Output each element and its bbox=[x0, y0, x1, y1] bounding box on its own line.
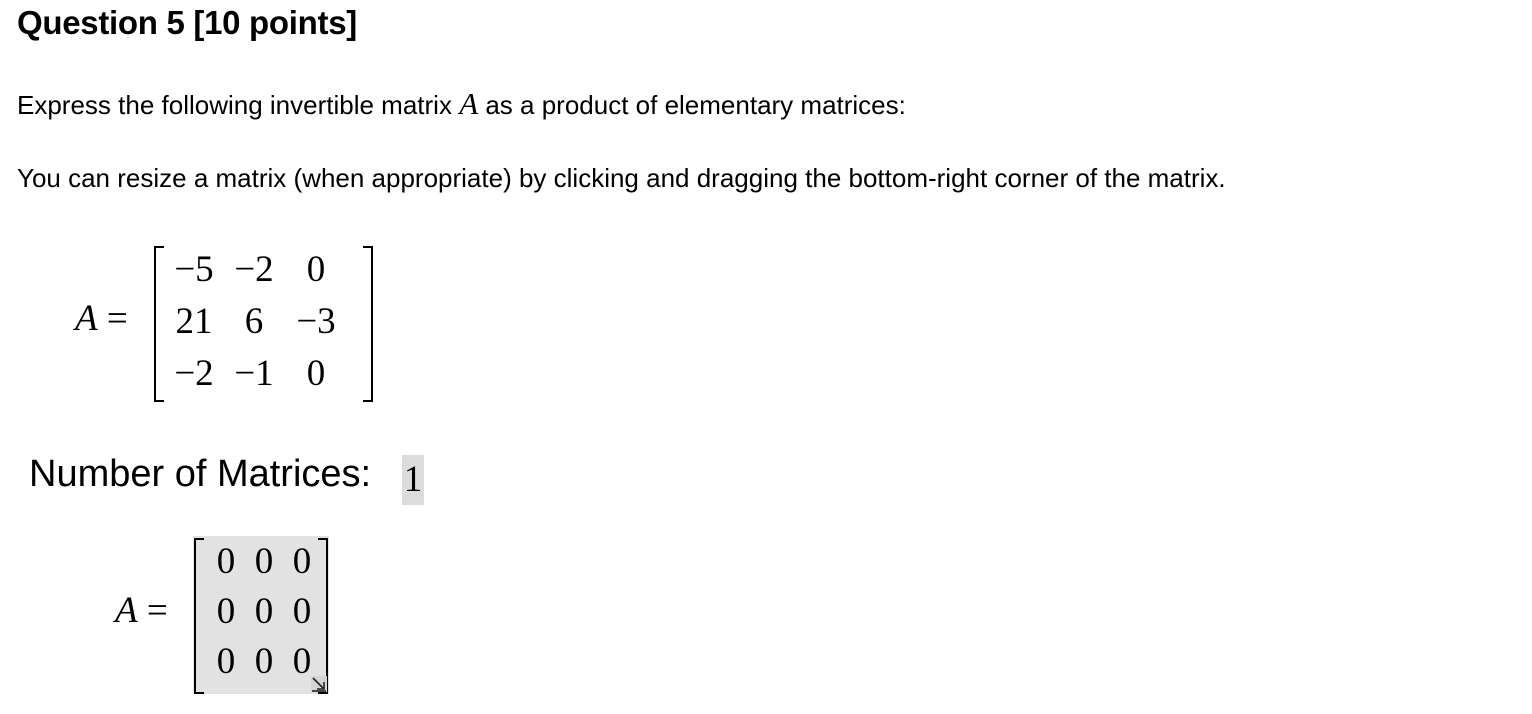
given-matrix-variable: A bbox=[75, 298, 98, 339]
given-matrix-cell: −3 bbox=[296, 301, 336, 342]
answer-matrix-cell[interactable]: 0 bbox=[283, 589, 321, 639]
prompt-text-before: Express the following invertible matrix bbox=[17, 90, 460, 120]
answer-matrix-cell[interactable]: 0 bbox=[245, 539, 283, 589]
answer-matrix-cell[interactable]: 0 bbox=[207, 589, 245, 639]
number-of-matrices-label: Number of Matrices: bbox=[29, 453, 372, 495]
given-matrix-cell: 21 bbox=[175, 301, 213, 342]
question-prompt: Express the following invertible matrix … bbox=[17, 86, 906, 122]
resize-corner-icon[interactable] bbox=[311, 676, 327, 692]
given-matrix-equals: = bbox=[106, 298, 128, 339]
answer-matrix-cell[interactable]: 0 bbox=[207, 539, 245, 589]
given-matrix-cell: −5 bbox=[174, 249, 214, 290]
answer-matrix-editor[interactable]: 0 0 0 0 0 0 0 0 0 bbox=[193, 536, 329, 694]
given-matrix-left-bracket bbox=[154, 246, 164, 402]
answer-matrix: 0 0 0 0 0 0 0 0 0 bbox=[207, 539, 321, 689]
question-title: Question 5 [10 points] bbox=[17, 4, 357, 41]
given-matrix: −5 −2 0 21 6 −3 −2 −1 0 bbox=[166, 247, 346, 403]
answer-matrix-cell[interactable]: 0 bbox=[283, 539, 321, 589]
prompt-text-after: as a product of elementary matrices: bbox=[478, 90, 906, 120]
prompt-matrix-variable: A bbox=[459, 86, 479, 121]
given-matrix-cell: 0 bbox=[306, 249, 326, 290]
given-matrix-lhs: A = bbox=[75, 297, 128, 340]
answer-matrix-variable: A bbox=[115, 590, 138, 631]
answer-matrix-cell[interactable]: 0 bbox=[245, 639, 283, 689]
given-matrix-right-bracket bbox=[363, 246, 373, 402]
number-of-matrices-input[interactable]: 1 bbox=[402, 455, 424, 505]
answer-matrix-cell[interactable]: 0 bbox=[245, 589, 283, 639]
given-matrix-cell: −2 bbox=[234, 249, 274, 290]
answer-matrix-lhs: A = bbox=[115, 589, 168, 632]
resize-hint: You can resize a matrix (when appropriat… bbox=[17, 163, 1226, 193]
answer-matrix-cell[interactable]: 0 bbox=[207, 639, 245, 689]
answer-matrix-equals: = bbox=[146, 590, 168, 631]
given-matrix-cell: 0 bbox=[306, 353, 326, 394]
answer-matrix-left-bracket bbox=[194, 538, 204, 694]
given-matrix-cell: −1 bbox=[234, 353, 274, 394]
given-matrix-cell: 6 bbox=[244, 301, 264, 342]
given-matrix-cell: −2 bbox=[174, 353, 214, 394]
